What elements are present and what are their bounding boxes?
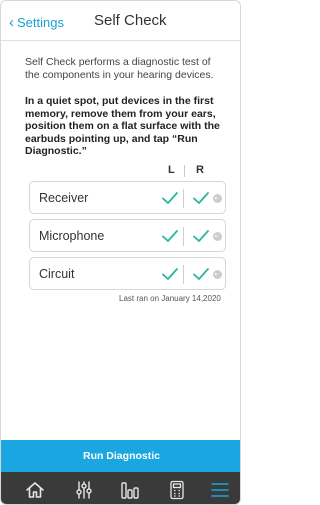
check-icon (193, 230, 209, 242)
tab-home[interactable] (24, 480, 46, 500)
tab-adjust[interactable] (73, 480, 95, 500)
tab-bar (1, 472, 240, 504)
column-divider (184, 165, 185, 177)
bars-icon (121, 482, 139, 499)
check-icon (162, 268, 178, 280)
component-row-microphone: Microphone (29, 219, 226, 252)
component-row-receiver: Receiver (29, 181, 226, 214)
component-label: Microphone (39, 229, 105, 243)
check-icon (193, 268, 209, 280)
chevron-left-icon: ‹ (9, 13, 14, 31)
nav-bar: ‹ Settings Self Check (1, 1, 240, 41)
ear-column-header: L R (163, 164, 219, 178)
app-frame: ‹ Settings Self Check Self Check perform… (0, 0, 241, 505)
tab-stats[interactable] (119, 480, 141, 500)
calculator-icon (170, 480, 184, 500)
intro-text: Self Check performs a diagnostic test of… (25, 56, 214, 81)
lr-divider (183, 265, 184, 284)
chevron-right-icon[interactable] (213, 194, 222, 203)
lr-divider (183, 227, 184, 246)
home-icon (26, 482, 44, 498)
left-column-label: L (168, 164, 175, 176)
chevron-right-icon[interactable] (213, 232, 222, 241)
menu-icon (211, 483, 229, 497)
chevron-right-icon[interactable] (213, 270, 222, 279)
component-label: Circuit (39, 267, 75, 281)
back-label: Settings (17, 14, 64, 30)
back-button[interactable]: ‹ Settings (9, 13, 64, 31)
check-icon (193, 192, 209, 204)
component-label: Receiver (39, 191, 89, 205)
instructions-text: In a quiet spot, put devices in the firs… (25, 95, 220, 157)
tab-menu[interactable] (209, 480, 231, 500)
last-ran-text: Last ran on January 14,2020 (119, 294, 221, 303)
check-icon (162, 230, 178, 242)
tab-device[interactable] (166, 480, 188, 500)
check-icon (162, 192, 178, 204)
lr-divider (183, 189, 184, 208)
sliders-icon (76, 481, 92, 499)
right-column-label: R (196, 164, 204, 176)
run-diagnostic-button[interactable]: Run Diagnostic (1, 440, 240, 472)
component-row-circuit: Circuit (29, 257, 226, 290)
page-title: Self Check (94, 12, 167, 29)
